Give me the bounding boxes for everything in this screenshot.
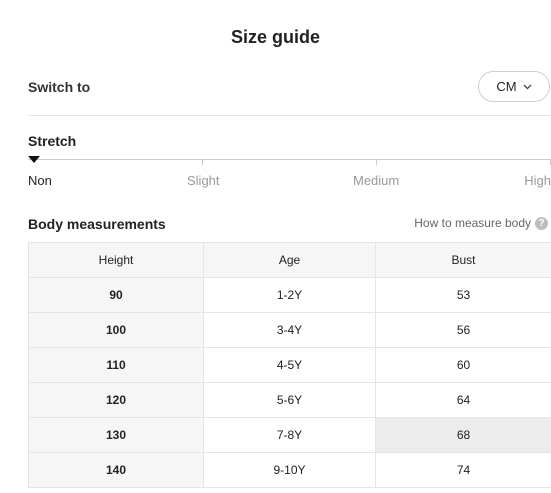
- table-row: 130 7-8Y 68: [28, 417, 551, 453]
- age-cell: 9-10Y: [203, 452, 376, 488]
- height-cell: 90: [28, 277, 204, 313]
- column-header-height: Height: [28, 242, 204, 278]
- column-header-age: Age: [203, 242, 376, 278]
- table-row: 120 5-6Y 64: [28, 382, 551, 418]
- stretch-level-medium: Medium: [353, 173, 400, 188]
- age-cell: 4-5Y: [203, 347, 376, 383]
- bust-cell: 74: [375, 452, 551, 488]
- switch-label: Switch to: [28, 79, 91, 95]
- scale-tick: [202, 159, 203, 165]
- chevron-down-icon: [523, 84, 532, 89]
- age-cell: 1-2Y: [203, 277, 376, 313]
- help-icon: ?: [535, 216, 548, 230]
- body-measurements-header: Body measurements How to measure body ?: [28, 214, 551, 234]
- height-cell: 140: [28, 452, 204, 488]
- bust-cell: 60: [375, 347, 551, 383]
- size-table: Height Age Bust 90 1-2Y 53 100 3-4Y 56 1…: [28, 242, 551, 488]
- table-header-row: Height Age Bust: [28, 242, 551, 278]
- table-row: 100 3-4Y 56: [28, 312, 551, 348]
- stretch-label: Stretch: [28, 133, 77, 149]
- scale-tick: [376, 159, 377, 165]
- age-cell: 3-4Y: [203, 312, 376, 348]
- age-cell: 5-6Y: [203, 382, 376, 418]
- body-measurements-title: Body measurements: [28, 216, 166, 232]
- stretch-level-high: High: [524, 173, 551, 188]
- stretch-level-slight: Slight: [187, 173, 220, 188]
- age-cell: 7-8Y: [203, 417, 376, 453]
- unit-select-button[interactable]: CM: [478, 71, 550, 102]
- table-row: 140 9-10Y 74: [28, 452, 551, 488]
- table-row: 90 1-2Y 53: [28, 277, 551, 313]
- bust-cell: 56: [375, 312, 551, 348]
- height-cell: 120: [28, 382, 204, 418]
- table-row: 110 4-5Y 60: [28, 347, 551, 383]
- stretch-marker-icon: [28, 156, 40, 163]
- scale-line: [28, 159, 550, 160]
- how-to-measure-label: How to measure body: [414, 216, 531, 230]
- page-title: Size guide: [230, 27, 320, 47]
- bust-cell: 64: [375, 382, 551, 418]
- height-cell: 110: [28, 347, 204, 383]
- stretch-level-non: Non: [28, 173, 52, 188]
- unit-value: CM: [496, 79, 517, 94]
- height-cell: 100: [28, 312, 204, 348]
- stretch-scale: Non Slight Medium High: [28, 156, 551, 190]
- bust-cell-highlighted: 68: [375, 417, 551, 453]
- how-to-measure-link[interactable]: How to measure body ?: [414, 216, 548, 230]
- height-cell: 130: [28, 417, 204, 453]
- column-header-bust: Bust: [375, 242, 551, 278]
- bust-cell: 53: [375, 277, 551, 313]
- section-divider: [28, 115, 551, 116]
- unit-switch-row: Switch to CM: [28, 70, 551, 104]
